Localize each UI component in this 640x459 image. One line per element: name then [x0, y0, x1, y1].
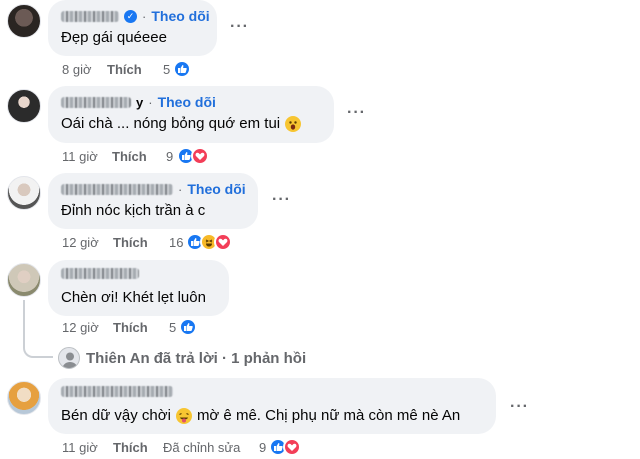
like-button[interactable]: Thích — [113, 235, 148, 250]
view-replies-link[interactable]: Thiên An đã trả lời · 1 phản hồi — [58, 347, 306, 369]
comment: Bén dữ vậy chời mờ ê mê. Chị phụ nữ mà c… — [0, 378, 640, 459]
like-button[interactable]: Thích — [107, 62, 142, 77]
separator-dot: · — [178, 181, 183, 197]
like-reaction-icon — [179, 318, 197, 336]
author-line: · Theo dõi — [61, 181, 246, 197]
comment-bubble: Chèn ơi! Khét lẹt luôn — [48, 260, 229, 316]
separator-dot: · — [148, 94, 153, 110]
follow-button[interactable]: Theo dõi — [187, 181, 245, 197]
author-line — [61, 386, 173, 397]
comment-bubble: ✓ · Theo dõi Đẹp gái quéeee — [48, 0, 217, 56]
comment: y · Theo dõi Oái chà ... nóng bỏng quớ e… — [0, 86, 640, 172]
author-line: ✓ · Theo dõi — [61, 8, 210, 24]
author-name-tail[interactable]: y — [136, 95, 143, 110]
comment-time[interactable]: 8 giờ — [62, 62, 92, 77]
verified-badge-icon: ✓ — [124, 9, 137, 23]
more-options-icon[interactable]: ··· — [272, 191, 291, 209]
reaction-count[interactable]: 5 — [169, 320, 176, 335]
reaction-count[interactable]: 9 — [166, 149, 173, 164]
author-line — [61, 268, 139, 279]
reaction-icons[interactable] — [186, 233, 232, 251]
comment-text-content: Oái chà ... nóng bỏng quớ em tui — [61, 115, 281, 132]
author-name-blurred[interactable] — [61, 386, 173, 397]
avatar[interactable] — [7, 176, 41, 210]
avatar[interactable] — [7, 89, 41, 123]
reply-summary-text: Thiên An đã trả lời · 1 phản hồi — [86, 349, 307, 367]
reaction-count[interactable]: 5 — [163, 62, 170, 77]
author-name-blurred[interactable] — [61, 183, 173, 195]
comment: · Theo dõi Đỉnh nóc kịch trần à c ··· 12… — [0, 173, 640, 259]
reply-avatar — [58, 347, 80, 369]
edited-label[interactable]: Đã chỉnh sửa — [163, 440, 240, 455]
avatar[interactable] — [7, 263, 41, 297]
separator-dot: · — [142, 8, 147, 24]
reaction-icons[interactable] — [177, 147, 209, 165]
love-reaction-icon — [214, 233, 232, 251]
love-reaction-icon — [191, 147, 209, 165]
comment-text: Oái chà ... nóng bỏng quớ em tui — [61, 115, 302, 132]
reaction-count[interactable]: 16 — [169, 235, 183, 250]
reaction-icons[interactable] — [179, 318, 197, 336]
comment-text: Đẹp gái quéeee — [61, 29, 167, 46]
comment: Chèn ơi! Khét lẹt luôn 12 giờ Thích 5 Th… — [0, 260, 640, 370]
thread-line — [23, 300, 53, 358]
like-button[interactable]: Thích — [112, 149, 147, 164]
comment-bubble: y · Theo dõi Oái chà ... nóng bỏng quớ e… — [48, 86, 334, 143]
comment-text-content: Bén dữ vậy chời — [61, 407, 171, 424]
reaction-count[interactable]: 9 — [259, 440, 266, 455]
like-reaction-icon — [173, 60, 191, 78]
more-options-icon[interactable]: ··· — [510, 398, 529, 416]
comment-text: Bén dữ vậy chời mờ ê mê. Chị phụ nữ mà c… — [61, 407, 460, 424]
comment-text-continuation: mờ ê mê. Chị phụ nữ mà còn mê nè An — [196, 407, 461, 424]
tongue-out-emoji-icon — [175, 407, 192, 424]
avatar[interactable] — [7, 4, 41, 38]
comment: ✓ · Theo dõi Đẹp gái quéeee ··· 8 giờ Th… — [0, 0, 640, 85]
more-options-icon[interactable]: ··· — [230, 18, 249, 36]
author-line: y · Theo dõi — [61, 94, 216, 110]
comment-bubble: Bén dữ vậy chời mờ ê mê. Chị phụ nữ mà c… — [48, 378, 496, 434]
hot-face-emoji-icon — [285, 115, 302, 132]
love-reaction-icon — [283, 438, 301, 456]
reaction-icons[interactable] — [269, 438, 301, 456]
comment-time[interactable]: 12 giờ — [62, 235, 99, 250]
comment-time[interactable]: 11 giờ — [62, 149, 98, 164]
like-button[interactable]: Thích — [113, 440, 148, 455]
follow-button[interactable]: Theo dõi — [151, 8, 209, 24]
follow-button[interactable]: Theo dõi — [158, 94, 216, 110]
comment-time[interactable]: 11 giờ — [62, 440, 98, 455]
author-name-blurred[interactable] — [61, 268, 139, 279]
comment-bubble: · Theo dõi Đỉnh nóc kịch trần à c — [48, 173, 258, 229]
more-options-icon[interactable]: ··· — [347, 104, 366, 122]
comment-text: Chèn ơi! Khét lẹt luôn — [61, 289, 206, 306]
author-name-blurred[interactable] — [61, 10, 119, 22]
author-name-blurred[interactable] — [61, 96, 131, 108]
comment-text: Đỉnh nóc kịch trần à c — [61, 202, 206, 219]
avatar[interactable] — [7, 381, 41, 415]
reaction-icons[interactable] — [173, 60, 191, 78]
comment-time[interactable]: 12 giờ — [62, 320, 99, 335]
like-button[interactable]: Thích — [113, 320, 148, 335]
